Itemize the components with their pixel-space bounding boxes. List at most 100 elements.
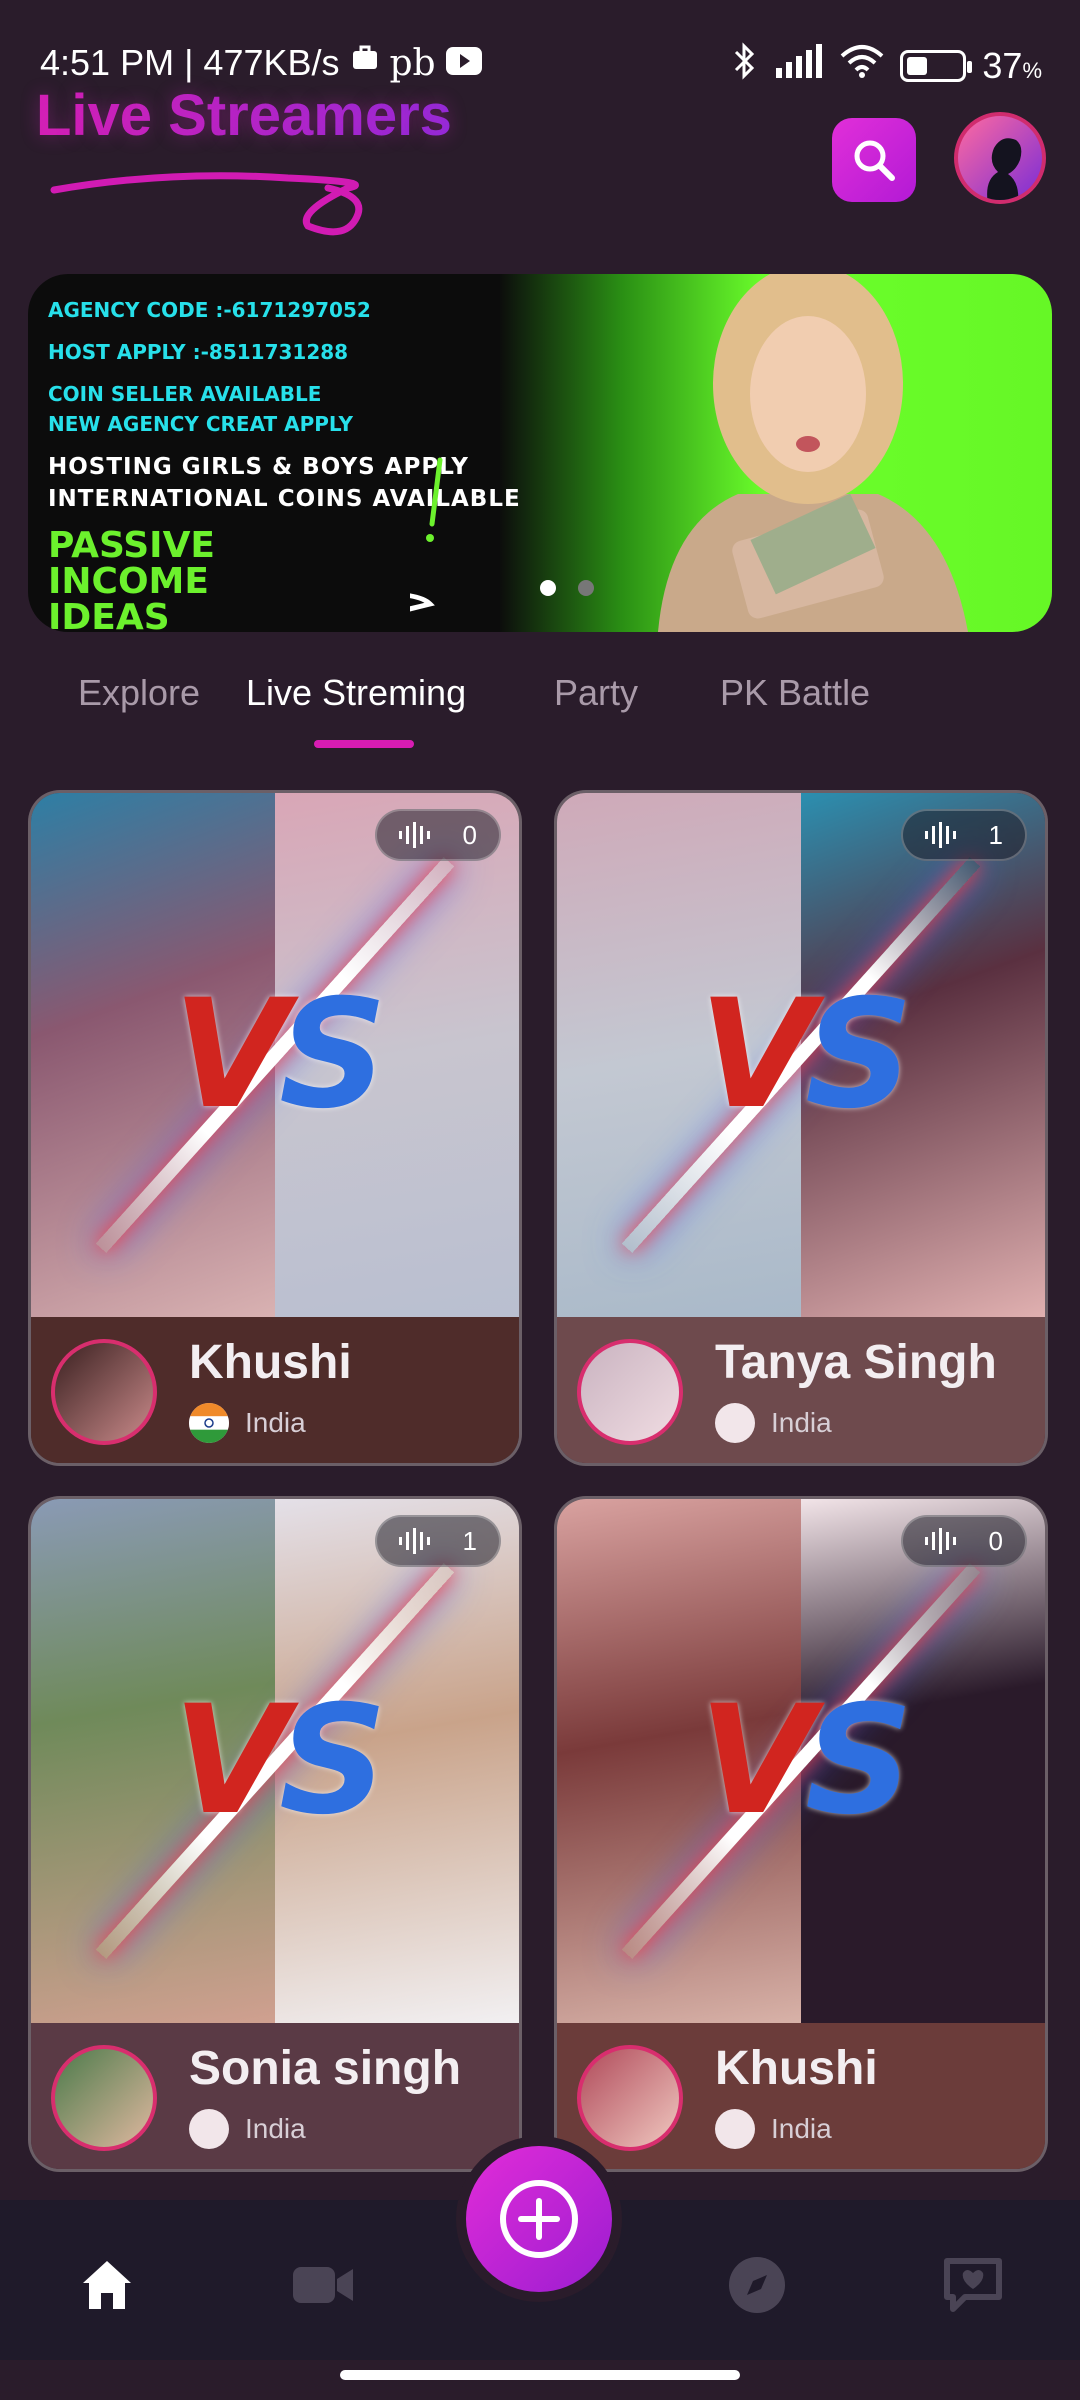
app-title: Live Streamers [36, 83, 452, 148]
stream-thumbnail: VS 0 [31, 793, 519, 1317]
wifi-icon [840, 44, 884, 87]
country-label: India [771, 2113, 832, 2144]
streamer-name: Khushi [715, 2042, 878, 2095]
tab-party[interactable]: Party [554, 672, 638, 714]
flag-icon [715, 1403, 755, 1443]
briefcase-icon [350, 42, 380, 84]
battery-icon [900, 49, 973, 82]
streamer-name: Tanya Singh [715, 1336, 997, 1389]
banner-line: HOST APPLY :-8511731288 [48, 340, 349, 364]
audio-wave-icon [924, 822, 956, 848]
banner-line: NEW AGENCY CREAT APPLY [48, 412, 354, 436]
vs-letter: S [279, 968, 387, 1142]
vs-badge: VS [31, 1499, 519, 2023]
banner-line: COIN SELLER AVAILABLE [48, 382, 322, 406]
page-dot[interactable] [578, 580, 594, 596]
active-tab-indicator [314, 740, 414, 748]
flag-icon [715, 2109, 755, 2149]
audio-wave-icon [398, 1528, 430, 1554]
stream-thumbnail: VS 1 [557, 793, 1045, 1317]
stream-thumbnail: VS 1 [31, 1499, 519, 2023]
video-icon [293, 2267, 353, 2303]
card-footer: Khushi India [31, 1317, 519, 1463]
home-indicator[interactable] [340, 2370, 740, 2380]
vs-badge: VS [557, 793, 1045, 1317]
viewer-count-badge: 0 [374, 809, 501, 861]
promo-banner[interactable]: AGENCY CODE :-6171297052 HOST APPLY :-85… [28, 274, 1052, 632]
status-extra: pb [389, 42, 436, 84]
card-footer: Sonia singh India [31, 2023, 519, 2169]
viewer-count-badge: 1 [374, 1515, 501, 1567]
tab-pk-battle[interactable]: PK Battle [720, 672, 870, 714]
streamer-country: India [715, 2109, 832, 2149]
stream-card[interactable]: VS 1 Sonia singh India [28, 1496, 522, 2172]
search-button[interactable] [832, 118, 916, 202]
streamer-country: India [715, 1403, 832, 1443]
battery-level: 37% [982, 45, 1042, 87]
vs-letter: S [805, 968, 913, 1142]
page-dot[interactable] [540, 580, 556, 596]
vs-letter: V [698, 968, 815, 1142]
vs-badge: VS [31, 793, 519, 1317]
card-footer: Tanya Singh India [557, 1317, 1045, 1463]
stream-card[interactable]: VS 0 Khushi India [554, 1496, 1048, 2172]
country-label: India [771, 1407, 832, 1438]
streamer-name: Khushi [189, 1336, 352, 1389]
streamer-name: Sonia singh [189, 2042, 462, 2095]
card-footer: Khushi India [557, 2023, 1045, 2169]
streamer-avatar [577, 2045, 683, 2151]
vs-letter: V [698, 1674, 815, 1848]
youtube-icon [445, 42, 482, 84]
viewer-count: 0 [988, 1525, 1003, 1556]
go-live-button[interactable] [466, 2146, 612, 2292]
status-right: 37% [732, 42, 1042, 89]
audio-wave-icon [398, 822, 430, 848]
nav-messages[interactable] [938, 2250, 1008, 2320]
stream-card[interactable]: VS 1 Tanya Singh India [554, 790, 1048, 1466]
flag-icon [189, 2109, 229, 2149]
viewer-count: 1 [462, 1525, 477, 1556]
audio-wave-icon [924, 1528, 956, 1554]
tab-explore[interactable]: Explore [78, 672, 200, 714]
viewer-count-badge: 0 [900, 1515, 1027, 1567]
battery-percent: 37 [982, 44, 1023, 86]
battery-unit: % [1022, 57, 1042, 83]
category-tabs: Explore Live Streming Party PK Battle [0, 672, 1080, 752]
streamer-country: India [189, 1403, 306, 1443]
tab-live-streaming[interactable]: Live Streming [246, 672, 466, 714]
streamer-avatar [577, 1339, 683, 1445]
streamer-avatar [51, 2045, 157, 2151]
chat-icon [944, 2258, 1002, 2312]
status-left: 4:51 PM | 477KB/s pb [40, 42, 482, 84]
vs-letter: V [172, 1674, 289, 1848]
country-label: India [245, 2113, 306, 2144]
banner-exclaim-decoration [410, 457, 443, 612]
stream-card[interactable]: VS 0 Khushi India [28, 790, 522, 1466]
streamer-avatar [51, 1339, 157, 1445]
india-flag-icon [189, 1403, 229, 1443]
home-icon [83, 2261, 131, 2309]
streamer-country: India [189, 2109, 306, 2149]
banner-line: AGENCY CODE :-6171297052 [48, 298, 371, 322]
search-icon [854, 140, 895, 181]
bluetooth-icon [732, 42, 758, 89]
banner-person-image [658, 274, 968, 632]
viewer-count-badge: 1 [900, 809, 1027, 861]
vs-letter: S [805, 1674, 913, 1848]
nav-video[interactable] [288, 2250, 358, 2320]
profile-avatar[interactable] [954, 112, 1046, 204]
status-time: 4:51 PM | 477KB/s [40, 42, 340, 83]
nav-explore[interactable] [722, 2250, 792, 2320]
vs-letter: S [279, 1674, 387, 1848]
signal-icon [774, 44, 824, 87]
nav-home[interactable] [72, 2250, 142, 2320]
vs-badge: VS [557, 1499, 1045, 2023]
compass-icon [729, 2257, 785, 2313]
title-swoosh-decoration [50, 172, 363, 236]
viewer-count: 1 [988, 819, 1003, 850]
vs-letter: V [172, 968, 289, 1142]
country-label: India [245, 1407, 306, 1438]
viewer-count: 0 [462, 819, 477, 850]
stream-thumbnail: VS 0 [557, 1499, 1045, 2023]
add-icon [500, 2180, 578, 2258]
